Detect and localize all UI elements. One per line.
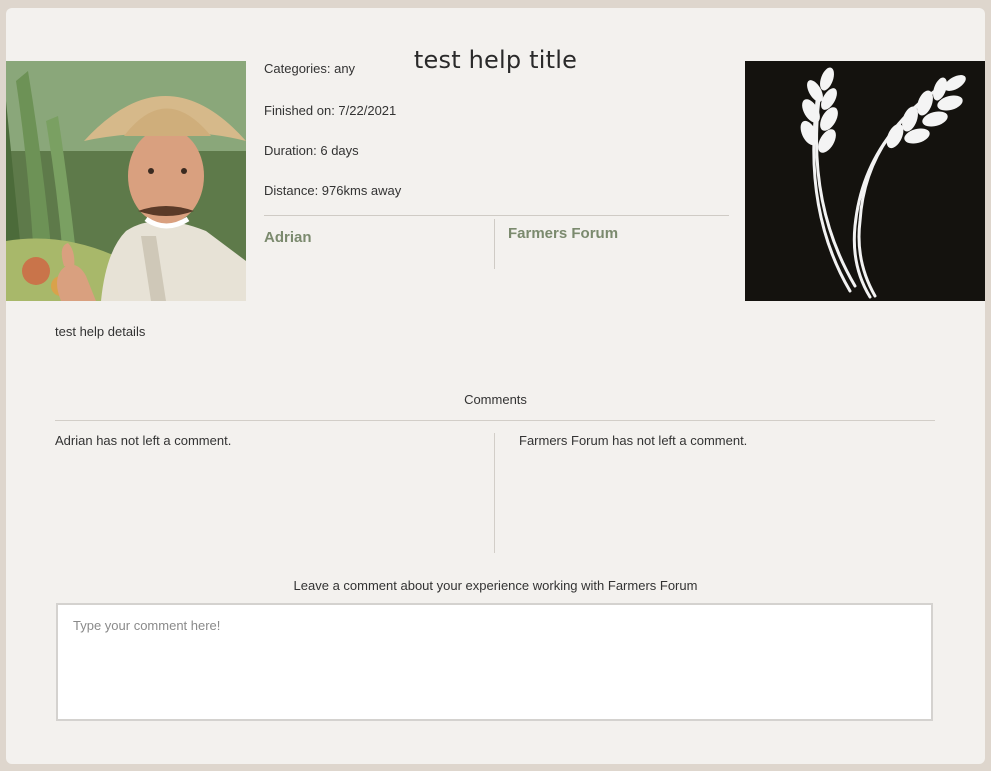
comment-input[interactable] [56, 603, 933, 721]
comments-column-divider [494, 433, 495, 553]
parties-divider [494, 219, 495, 269]
helper-comment: Adrian has not left a comment. [55, 433, 232, 448]
categories-text: Categories: any [264, 61, 356, 76]
person-photo-icon [6, 61, 246, 301]
help-details: test help details [55, 324, 146, 339]
finished-on-text: Finished on: 7/22/2021 [264, 103, 397, 118]
comments-divider [55, 420, 935, 421]
comments-heading: Comments [464, 392, 527, 407]
helper-name-link[interactable]: Adrian [264, 229, 312, 246]
host-name-link[interactable]: Farmers Forum [508, 225, 618, 242]
new-comment-label: Leave a comment about your experience wo… [293, 578, 698, 593]
host-comment: Farmers Forum has not left a comment. [519, 433, 748, 448]
distance-text: Distance: 976kms away [264, 183, 402, 198]
duration-text: Duration: 6 days [264, 143, 359, 158]
meta-divider [264, 215, 729, 216]
host-logo [745, 61, 985, 301]
helper-photo [6, 61, 246, 301]
wheat-icon [800, 67, 966, 299]
